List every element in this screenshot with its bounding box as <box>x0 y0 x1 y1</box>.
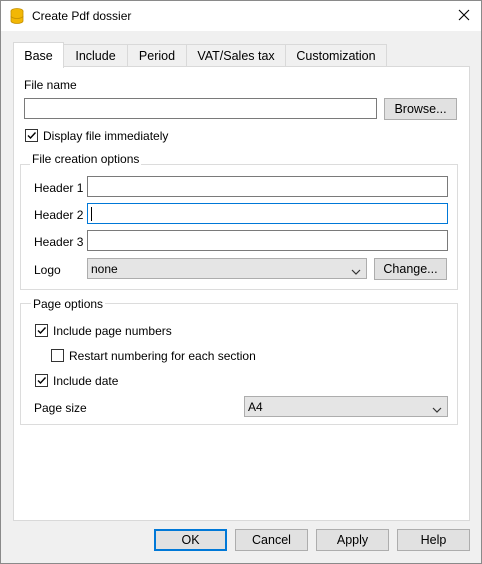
app-icon <box>10 8 24 24</box>
include-date-checkbox[interactable] <box>35 374 48 387</box>
logo-label: Logo <box>34 263 61 277</box>
restart-numbering-checkbox[interactable] <box>51 349 64 362</box>
logo-select[interactable]: none <box>87 258 367 279</box>
page-size-select-value: A4 <box>248 400 263 414</box>
page-options-title: Page options <box>31 297 106 311</box>
logo-select-value: none <box>91 262 118 276</box>
close-icon <box>458 9 470 24</box>
checkmark-icon <box>37 327 47 335</box>
header3-input[interactable] <box>87 230 448 251</box>
chevron-down-icon <box>351 265 361 279</box>
checkmark-icon <box>27 132 37 140</box>
tab-vat-sales-tax[interactable]: VAT/Sales tax <box>186 44 286 67</box>
change-logo-button[interactable]: Change... <box>374 258 447 280</box>
window-title: Create Pdf dossier <box>32 9 132 23</box>
page-size-select[interactable]: A4 <box>244 396 448 417</box>
tab-customization[interactable]: Customization <box>285 44 387 67</box>
close-button[interactable] <box>447 1 481 31</box>
tab-include[interactable]: Include <box>63 44 128 67</box>
checkmark-icon <box>37 377 47 385</box>
header1-label: Header 1 <box>34 181 84 195</box>
file-creation-options-title: File creation options <box>30 152 142 166</box>
tab-base[interactable]: Base <box>13 42 64 68</box>
header2-label: Header 2 <box>34 208 84 222</box>
help-button[interactable]: Help <box>397 529 470 551</box>
ok-button[interactable]: OK <box>154 529 227 551</box>
chevron-down-icon <box>432 403 442 417</box>
header3-label: Header 3 <box>34 235 84 249</box>
display-file-checkbox[interactable] <box>25 129 38 142</box>
base-tab-panel: File name Browse... Display file immedia… <box>13 66 470 521</box>
include-page-numbers-label: Include page numbers <box>53 324 172 338</box>
include-date-label: Include date <box>53 374 119 388</box>
include-page-numbers-checkbox[interactable] <box>35 324 48 337</box>
restart-numbering-label: Restart numbering for each section <box>69 349 256 363</box>
header2-input[interactable] <box>87 203 448 224</box>
tab-period[interactable]: Period <box>127 44 187 67</box>
create-pdf-dossier-dialog: Create Pdf dossier Base Include Period V… <box>0 0 482 564</box>
title-bar: Create Pdf dossier <box>1 1 481 31</box>
file-name-label: File name <box>24 78 77 92</box>
display-file-label: Display file immediately <box>43 129 169 143</box>
apply-button[interactable]: Apply <box>316 529 389 551</box>
file-name-input[interactable] <box>24 98 377 119</box>
page-size-label: Page size <box>34 401 87 415</box>
header1-input[interactable] <box>87 176 448 197</box>
browse-button[interactable]: Browse... <box>384 98 457 120</box>
text-caret <box>91 207 92 221</box>
cancel-button[interactable]: Cancel <box>235 529 308 551</box>
